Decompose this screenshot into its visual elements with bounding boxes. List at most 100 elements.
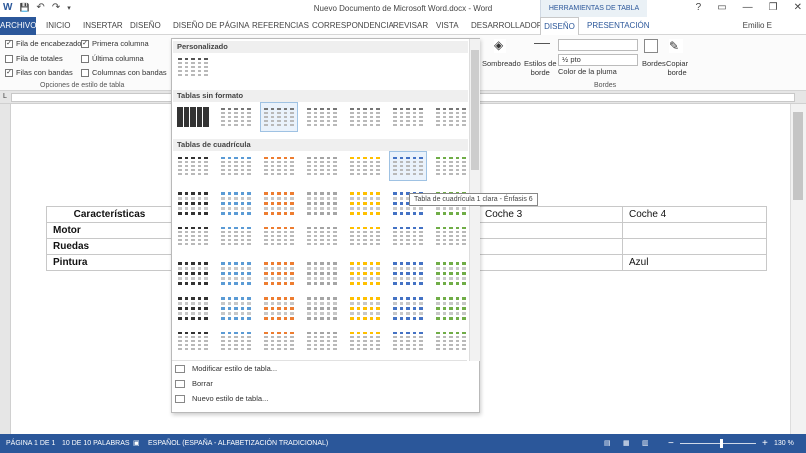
table-cell[interactable] [478, 222, 623, 239]
read-mode-icon[interactable]: ▤ [604, 434, 611, 453]
document-scrollbar[interactable] [790, 104, 806, 434]
table-style-swatch[interactable] [261, 257, 297, 285]
zoom-in-icon[interactable]: + [762, 434, 768, 453]
table-style-swatch[interactable] [304, 103, 340, 131]
table-style-swatch[interactable] [261, 187, 297, 215]
table-style-swatch[interactable] [389, 151, 427, 181]
table-style-swatch[interactable] [175, 187, 211, 215]
pen-color-button[interactable]: Color de la pluma [558, 67, 617, 76]
table-style-swatch[interactable] [261, 292, 297, 320]
zoom-level[interactable]: 130 % [774, 434, 794, 453]
option-header-row[interactable]: ✓ Fila de encabezado [5, 39, 81, 48]
table-cell[interactable] [478, 254, 623, 271]
table-style-swatch[interactable] [218, 222, 254, 250]
table-style-swatch[interactable] [390, 292, 426, 320]
table-style-swatch[interactable] [433, 103, 469, 131]
table-style-swatch[interactable] [390, 222, 426, 250]
table-style-swatch[interactable] [218, 187, 254, 215]
table-style-swatch[interactable] [260, 102, 298, 132]
zoom-out-icon[interactable]: − [668, 434, 674, 453]
table-style-swatch[interactable] [175, 53, 211, 81]
table-style-swatch[interactable] [433, 292, 469, 320]
web-layout-icon[interactable]: ▥ [642, 434, 649, 453]
borders-icon[interactable] [644, 39, 658, 53]
table-style-swatch[interactable] [347, 152, 383, 180]
table-style-swatch[interactable] [347, 103, 383, 131]
tab-selector-icon[interactable]: L [3, 93, 11, 102]
clear-table-style-item[interactable]: Borrar [172, 377, 467, 391]
table-cell[interactable] [622, 222, 767, 239]
table-style-swatch[interactable] [304, 327, 340, 355]
tab-correspondencia[interactable]: CORRESPONDENCIA [312, 17, 394, 35]
border-painter-icon[interactable]: ✎ [669, 39, 683, 53]
ribbon-display-icon[interactable]: ▭ [717, 2, 726, 13]
table-cell[interactable]: Pintura [46, 254, 173, 271]
zoom-slider[interactable] [680, 439, 756, 448]
scrollbar-thumb[interactable] [793, 112, 803, 200]
border-styles-button[interactable]: Estilos de borde [524, 59, 557, 77]
help-icon[interactable]: ? [696, 2, 702, 13]
table-style-swatch[interactable] [347, 327, 383, 355]
option-total-row[interactable]: Fila de totales [5, 54, 63, 63]
checkbox[interactable]: ✓ [5, 39, 13, 48]
table-cell[interactable] [478, 238, 623, 255]
table-style-swatch[interactable] [175, 257, 211, 285]
table-style-swatch[interactable] [261, 327, 297, 355]
table-cell[interactable]: Coche 3 [478, 206, 623, 223]
table-style-swatch[interactable] [304, 292, 340, 320]
table-style-swatch[interactable] [347, 187, 383, 215]
table-style-swatch[interactable] [433, 257, 469, 285]
table-style-swatch[interactable] [433, 222, 469, 250]
border-painter-button[interactable]: Copiar borde [666, 59, 688, 77]
table-style-swatch[interactable] [261, 152, 297, 180]
table-style-swatch[interactable] [175, 222, 211, 250]
minimize-icon[interactable]: — [743, 2, 753, 13]
tab-table-diseno[interactable]: DISEÑO [540, 17, 579, 36]
option-banded-rows[interactable]: ✓ Filas con bandas [5, 68, 73, 77]
sombreado-button[interactable]: Sombreado [482, 59, 521, 68]
table-style-swatch[interactable] [347, 257, 383, 285]
print-layout-icon[interactable]: ▦ [623, 434, 630, 453]
tab-revisar[interactable]: REVISAR [393, 17, 428, 35]
checkbox[interactable] [81, 68, 89, 77]
new-table-style-item[interactable]: Nuevo estilo de tabla... [172, 392, 467, 406]
table-style-swatch[interactable] [304, 187, 340, 215]
table-style-swatch[interactable] [433, 152, 469, 180]
table-style-swatch[interactable] [218, 103, 254, 131]
tab-insertar[interactable]: INSERTAR [83, 17, 123, 35]
table-style-swatch[interactable] [175, 292, 211, 320]
checkbox[interactable] [81, 54, 89, 63]
tab-vista[interactable]: VISTA [436, 17, 459, 35]
table-style-swatch[interactable] [347, 222, 383, 250]
table-style-swatch[interactable] [218, 152, 254, 180]
close-icon[interactable]: ✕ [794, 2, 802, 13]
option-first-column[interactable]: ✓ Primera columna [81, 39, 149, 48]
proofing-icon[interactable]: ▣ [133, 434, 140, 453]
tab-diseno-de-pagina[interactable]: DISEÑO DE PÁGINA [173, 17, 249, 35]
user-name[interactable]: Emilio E [743, 17, 772, 35]
tab-referencias[interactable]: REFERENCIAS [252, 17, 309, 35]
table-style-swatch[interactable] [304, 257, 340, 285]
language-indicator[interactable]: ESPAÑOL (ESPAÑA - ALFABETIZACIÓN TRADICI… [148, 434, 328, 453]
table-style-swatch[interactable] [347, 292, 383, 320]
line-style-select[interactable] [558, 39, 638, 51]
table-style-swatch[interactable] [175, 327, 211, 355]
modify-table-style-item[interactable]: Modificar estilo de tabla... [172, 362, 467, 376]
table-cell[interactable] [622, 238, 767, 255]
table-cell[interactable]: Azul [622, 254, 767, 271]
table-style-swatch[interactable] [218, 292, 254, 320]
option-last-column[interactable]: Última columna [81, 54, 144, 63]
table-style-swatch[interactable] [304, 152, 340, 180]
table-cell[interactable]: Ruedas [46, 238, 173, 255]
table-style-swatch[interactable] [390, 257, 426, 285]
shading-icon[interactable]: ◈ [494, 39, 506, 53]
tab-diseno[interactable]: DISEÑO [130, 17, 161, 35]
tab-presentacion[interactable]: PRESENTACIÓN [587, 17, 650, 35]
table-style-swatch[interactable] [218, 257, 254, 285]
word-count[interactable]: 10 DE 10 PALABRAS [62, 434, 130, 453]
restore-icon[interactable]: ❐ [769, 2, 778, 13]
table-cell[interactable]: Características [46, 206, 173, 223]
table-style-swatch[interactable] [390, 327, 426, 355]
gallery-scrollbar-thumb[interactable] [471, 50, 479, 170]
checkbox[interactable]: ✓ [5, 68, 13, 77]
